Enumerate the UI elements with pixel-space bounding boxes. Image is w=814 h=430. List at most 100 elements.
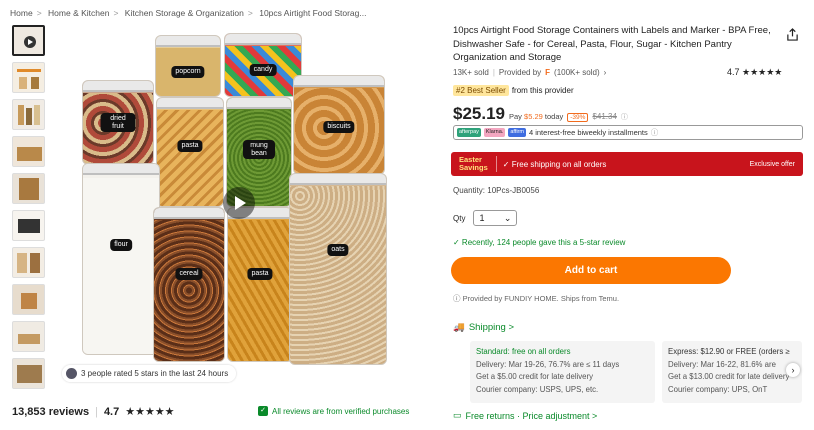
verified-note: ✓ All reviews are from verified purchase… <box>258 406 409 416</box>
verified-text: All reviews are from verified purchases <box>272 406 410 416</box>
star-rating-icon: ★★★★★ <box>742 67 783 77</box>
variant-line: Quantity: 10Pcs-JB0056 <box>453 186 540 195</box>
promo-banner: Easter Savings ✓ Free shipping on all ord… <box>451 152 803 176</box>
jar-label: dried fruit <box>100 113 136 133</box>
store-logo-icon[interactable]: F <box>545 68 550 77</box>
easter-savings-badge: Easter Savings <box>451 156 497 172</box>
share-icon[interactable] <box>786 28 799 41</box>
best-seller-suffix: from this provider <box>511 86 574 95</box>
avatar <box>66 368 77 379</box>
thumbnail-video[interactable] <box>12 25 45 56</box>
container-oats: oats <box>289 173 387 365</box>
thumbnail[interactable] <box>12 321 45 352</box>
jar-label: biscuits <box>323 121 355 133</box>
qty-value: 1 <box>479 213 485 223</box>
thumbnail[interactable] <box>12 99 45 130</box>
thumbnail[interactable] <box>12 284 45 315</box>
jar-label: mung bean <box>243 140 275 160</box>
klarna-logo: Klarna. <box>483 128 506 137</box>
thumbnail[interactable] <box>12 62 45 93</box>
breadcrumb-home[interactable]: Home <box>10 8 33 18</box>
breadcrumb-kitchen-storage[interactable]: Kitchen Storage & Organization <box>125 8 244 18</box>
jar-label: oats <box>327 244 349 256</box>
price-row: $25.19 Pay $5.29 today -39% $41.34 ⓘ <box>453 104 628 124</box>
container-pasta-2: pasta <box>227 207 293 362</box>
best-seller-badge: #2 Best Seller <box>453 85 509 96</box>
thumbnail[interactable] <box>12 136 45 167</box>
store-orders[interactable]: (100K+ sold) <box>554 68 600 77</box>
add-to-cart-button[interactable]: Add to cart <box>451 257 731 284</box>
info-icon[interactable]: ⓘ <box>621 112 628 122</box>
qty-label: Qty <box>453 213 466 223</box>
container-candy: candy <box>224 33 302 97</box>
jar-label: candy <box>249 64 277 76</box>
verified-check-icon: ✓ <box>258 406 268 416</box>
breadcrumb-current: 10pcs Airtight Food Storag... <box>259 8 367 18</box>
returns-icon: ▭ <box>453 410 462 420</box>
jar-label: popcorn <box>171 66 205 78</box>
container-dried-fruit: dried fruit <box>82 80 154 165</box>
thumbnail-strip <box>12 25 46 395</box>
info-icon: ⓘ <box>453 294 461 303</box>
shipping-courier: Courier company: USPS, UPS, etc. <box>476 384 599 394</box>
main-product-image[interactable]: popcorn candy dried fruit pasta mung bea… <box>55 25 420 385</box>
discount-badge: -39% <box>567 113 589 122</box>
thumbnail[interactable] <box>12 210 45 241</box>
free-shipping-text: ✓ Free shipping on all orders <box>502 159 607 169</box>
container-cereal: cereal <box>153 207 225 362</box>
shipping-delivery: Delivery: Mar 16-22, 81.6% are <box>668 359 776 369</box>
reviews-count[interactable]: 13,853 reviews <box>12 406 89 418</box>
original-price: $41.34 <box>592 112 617 121</box>
jar-label: pasta <box>247 268 273 280</box>
shipping-card-express: Express: $12.90 or FREE (orders ≥ Delive… <box>662 341 802 403</box>
provided-by-line: ⓘ Provided by FUNDIY HOME. Ships from Te… <box>453 294 620 303</box>
recent-reviews-note: ✓ Recently, 124 people gave this a 5-sta… <box>453 238 626 247</box>
shipping-link[interactable]: 🚚 Shipping > <box>453 322 514 333</box>
quantity-row: Qty 1 ⌄ <box>453 210 518 226</box>
video-play-button[interactable] <box>223 187 255 219</box>
shipping-card-standard: Standard: free on all orders Delivery: M… <box>470 341 655 403</box>
breadcrumb: Home > Home & Kitchen > Kitchen Storage & … <box>10 8 367 18</box>
rated-text: 3 people rated 5 stars in the last 24 ho… <box>81 369 229 378</box>
jar-label: pasta <box>177 140 203 152</box>
thumbnail[interactable] <box>12 247 45 278</box>
chevron-down-icon: ⌄ <box>503 212 512 223</box>
product-rating[interactable]: 4.7 ★★★★★ <box>727 67 782 78</box>
quantity-select[interactable]: 1 ⌄ <box>473 210 518 226</box>
pay-today: Pay $5.29 today <box>509 112 564 121</box>
returns-link[interactable]: ▭ Free returns · Price adjustment > <box>453 410 597 421</box>
chevron-right-icon[interactable]: › <box>786 363 800 377</box>
thumbnail[interactable] <box>12 358 45 389</box>
installments-text: 4 interest-free biweekly installments <box>528 128 648 137</box>
affirm-logo: affirm <box>508 128 526 137</box>
rated-badge: 3 people rated 5 stars in the last 24 ho… <box>62 365 237 382</box>
provided-by-label: Provided by <box>498 68 542 77</box>
chevron-right-icon: › <box>603 68 607 77</box>
current-price: $25.19 <box>453 104 505 123</box>
shipping-credit: Get a $5.00 credit for late delivery <box>476 372 594 381</box>
reviews-rating: 4.7 <box>103 405 120 418</box>
play-icon <box>24 36 36 48</box>
shipping-delivery: Delivery: Mar 19-26, 76.7% are ≤ 11 days <box>476 359 620 369</box>
container-pasta: pasta <box>156 97 224 207</box>
container-flour: flour <box>82 163 160 355</box>
jar-label: flour <box>110 239 132 251</box>
shipping-title: Express: $12.90 or FREE (orders ≥ <box>668 347 790 356</box>
container-popcorn: popcorn <box>155 35 221 97</box>
star-rating-icon: ★★★★★ <box>125 406 175 418</box>
installments-row[interactable]: afterpay Klarna. affirm 4 interest-free … <box>453 125 803 140</box>
product-title: 10pcs Airtight Food Storage Containers w… <box>453 25 771 63</box>
truck-icon: 🚚 <box>453 322 465 333</box>
thumbnail[interactable] <box>12 173 45 204</box>
shipping-credit: Get a $13.00 credit for late delivery <box>668 372 790 381</box>
info-icon[interactable]: ⓘ <box>651 127 659 138</box>
breadcrumb-home-kitchen[interactable]: Home & Kitchen <box>48 8 109 18</box>
jar-label: cereal <box>175 268 203 280</box>
best-seller-row: #2 Best Seller from this provider <box>453 85 574 96</box>
sold-count: 13K+ sold <box>453 68 489 77</box>
product-page: Home > Home & Kitchen > Kitchen Storage & … <box>0 0 814 430</box>
product-rating-value: 4.7 <box>727 67 740 77</box>
reviews-summary[interactable]: 13,853 reviews | 4.7 ★★★★★ <box>12 405 175 419</box>
container-biscuits: biscuits <box>293 75 385 175</box>
afterpay-logo: afterpay <box>457 128 481 137</box>
